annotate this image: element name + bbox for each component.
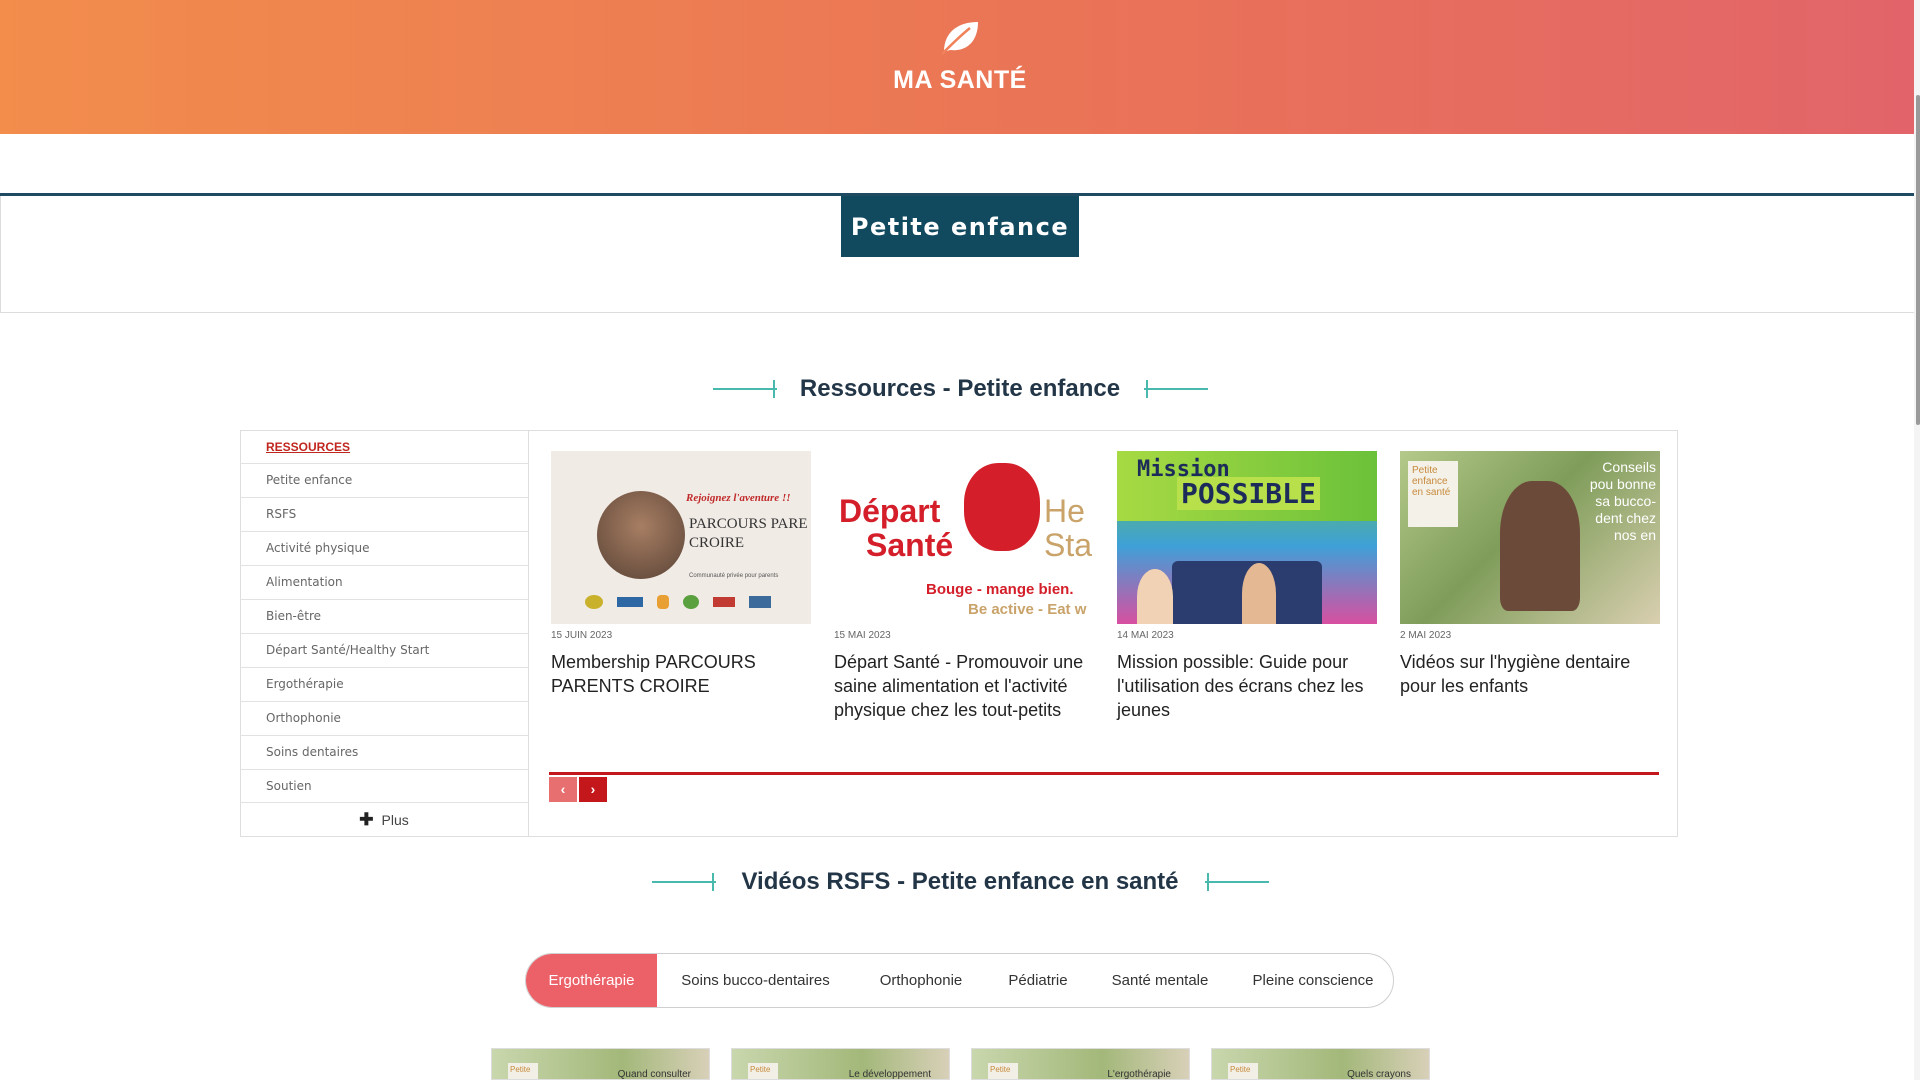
sidebar-item-depart-sante[interactable]: Départ Santé/Healthy Start — [240, 633, 528, 667]
video-thumbnail[interactable]: Petite Le développement — [731, 1048, 950, 1080]
partner-logos — [585, 593, 795, 611]
video-thumb-title: Quels crayons — [1347, 1069, 1411, 1080]
card-thumb-sub: Communauté privée pour parents — [689, 573, 779, 579]
card-thumb-w3: He — [1044, 493, 1085, 529]
card-date: 15 JUIN 2023 — [551, 630, 613, 641]
video-thumbnail[interactable]: Petite Quels crayons — [1211, 1048, 1430, 1080]
card-date: 15 MAI 2023 — [834, 630, 891, 641]
child-figure — [1137, 569, 1173, 624]
video-thumb-logo: Petite — [748, 1063, 778, 1079]
card-thumb-w2: POSSIBLE — [1177, 477, 1320, 510]
video-thumbnail[interactable]: Petite L'ergothérapie — [971, 1048, 1190, 1080]
sidebar-item-orthophonie[interactable]: Orthophonie — [240, 701, 528, 735]
sidebar-item-soutien[interactable]: Soutien — [240, 769, 528, 803]
sidebar-head[interactable]: RESSOURCES — [266, 440, 350, 454]
video-thumb-title: L'ergothérapie — [1107, 1069, 1171, 1080]
video-thumb-title: Quand consulter — [617, 1069, 691, 1080]
heading-decoration-right — [1205, 873, 1269, 891]
card-thumb-w2: Santé — [866, 527, 954, 563]
sidebar-item-ergotherapie[interactable]: Ergothérapie — [240, 667, 528, 701]
video-thumb-logo: Petite — [988, 1063, 1018, 1079]
video-tabs: Ergothérapie Soins bucco-dentaires Ortho… — [525, 953, 1394, 1008]
video-thumb-logo: Petite — [508, 1063, 538, 1079]
card-thumb-w4: Sta — [1044, 527, 1093, 563]
video-thumb-logo: Petite — [1228, 1063, 1258, 1079]
card-thumb-w1: Départ — [839, 493, 941, 529]
card-title[interactable]: Mission possible: Guide pour l'utilisati… — [1117, 650, 1377, 722]
sidebar-more-button[interactable]: ✚ Plus — [240, 802, 528, 837]
sidebar-more-label: Plus — [381, 812, 409, 828]
page-scrollbar[interactable] — [1914, 0, 1920, 1080]
card-title[interactable]: Membership PARCOURS PARENTS CROIRE — [551, 650, 811, 698]
sidebar-item-petite-enfance[interactable]: Petite enfance — [240, 463, 528, 497]
tab-pediatrie[interactable]: Pédiatrie — [988, 954, 1088, 1007]
chevron-left-icon: ‹ — [560, 781, 566, 797]
tab-pleine-conscience[interactable]: Pleine conscience — [1232, 954, 1393, 1007]
card-title[interactable]: Départ Santé - Promouvoir une saine alim… — [834, 650, 1094, 722]
card-date: 2 MAI 2023 — [1400, 630, 1452, 641]
carousel-prev-button[interactable]: ‹ — [549, 777, 577, 802]
chevron-right-icon: › — [590, 781, 596, 797]
plus-icon: ✚ — [359, 810, 374, 829]
card-thumb-name1: PARCOURS PARE — [689, 516, 808, 532]
video-thumb-title: Le développement — [848, 1069, 931, 1080]
video-thumbnail[interactable]: Petite Quand consulter — [491, 1048, 710, 1080]
resource-card[interactable]: Petite enfance en santé Conseils pou bon… — [1400, 451, 1660, 698]
videos-heading: Vidéos RSFS - Petite enfance en santé — [741, 868, 1179, 895]
category-title: Petite enfance — [841, 196, 1079, 257]
card-thumb-logo: Petite enfance en santé — [1408, 461, 1458, 527]
scrollbar-thumb[interactable] — [1916, 95, 1920, 425]
card-thumb-slogan1: Bouge - mange bien. — [926, 581, 1074, 598]
sidebar-item-rsfs[interactable]: RSFS — [240, 497, 528, 531]
site-header: MA SANTÉ — [0, 0, 1920, 134]
card-thumbnail[interactable]: Rejoignez l'aventure !! PARCOURS PARE CR… — [551, 451, 811, 624]
sidebar-item-soins-dentaires[interactable]: Soins dentaires — [240, 735, 528, 769]
child-figure — [1500, 481, 1580, 611]
tab-sante-mentale[interactable]: Santé mentale — [1088, 954, 1232, 1007]
site-brand[interactable]: MA SANTÉ — [0, 66, 1920, 95]
resources-heading: Ressources - Petite enfance — [799, 375, 1121, 402]
resource-card[interactable]: Mission POSSIBLE 14 MAI 2023 Mission pos… — [1117, 451, 1377, 722]
carousel-progress — [549, 772, 1659, 775]
card-thumbnail[interactable]: Petite enfance en santé Conseils pou bon… — [1400, 451, 1660, 624]
family-photo — [597, 491, 685, 579]
sidebar-item-alimentation[interactable]: Alimentation — [240, 565, 528, 599]
card-thumb-tagline: Rejoignez l'aventure !! — [686, 492, 791, 504]
resource-card[interactable]: Départ Santé He Sta Bouge - mange bien. … — [834, 451, 1094, 722]
leaf-icon — [941, 22, 978, 55]
card-thumbnail[interactable]: Mission POSSIBLE — [1117, 451, 1377, 624]
carousel-next-button[interactable]: › — [579, 777, 607, 802]
card-thumb-slogan2: Be active - Eat w — [968, 601, 1087, 618]
card-title[interactable]: Vidéos sur l'hygiène dentaire pour les e… — [1400, 650, 1660, 698]
sidebar-item-activite-physique[interactable]: Activité physique — [240, 531, 528, 565]
tab-soins-bucco-dentaires[interactable]: Soins bucco-dentaires — [657, 954, 854, 1007]
resources-sidebar: RESSOURCES Petite enfance RSFS Activité … — [240, 430, 529, 837]
tab-orthophonie[interactable]: Orthophonie — [854, 954, 988, 1007]
resource-card[interactable]: Rejoignez l'aventure !! PARCOURS PARE CR… — [551, 451, 811, 698]
card-thumb-caption: Conseils pou bonne sa bucco­dent chez no… — [1589, 459, 1656, 543]
child-figure — [1242, 563, 1276, 624]
sidebar-item-bien-etre[interactable]: Bien-être — [240, 599, 528, 633]
card-date: 14 MAI 2023 — [1117, 630, 1174, 641]
card-thumbnail[interactable]: Départ Santé He Sta Bouge - mange bien. … — [834, 451, 1094, 624]
tab-ergotherapie[interactable]: Ergothérapie — [526, 954, 657, 1007]
apple-graphic — [964, 463, 1040, 551]
card-thumb-name2: CROIRE — [689, 535, 745, 551]
heading-decoration-right — [1144, 380, 1208, 398]
